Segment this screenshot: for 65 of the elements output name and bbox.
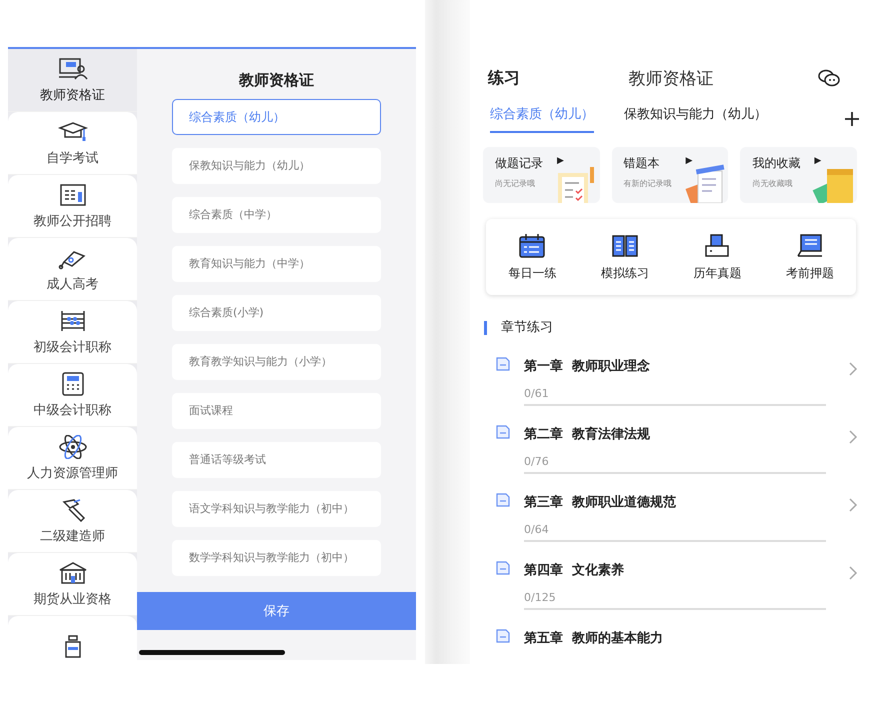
subject-option[interactable]: 数学学科知识与教学能力（初中） [172,540,381,576]
shortcut-label[interactable]: 历年真题 [693,264,742,282]
subject-tab[interactable]: 综合素质（幼儿） [490,105,594,133]
subject-option[interactable]: 普通话等级考试 [172,442,381,478]
shortcut-card[interactable]: 错题本 ▶ 有新的记录哦 [612,147,728,203]
atom-icon [58,434,88,458]
sidebar-item[interactable]: 二级建造师 [8,490,137,553]
chapter-title[interactable]: 第四章 文化素养 [524,563,624,578]
sidebar-item[interactable]: 教师公开招聘 [8,175,137,238]
chapter-title[interactable]: 第二章 教育法律法规 [524,427,650,442]
arrow-glyph: ▶ [814,156,822,166]
document-icon [496,493,510,507]
subject-option[interactable]: 综合素质（幼儿） [172,99,381,135]
laptop-icon[interactable] [796,232,824,258]
shortcut-label[interactable]: 每日一练 [508,264,556,282]
subject-option[interactable]: 综合素质（中学） [172,197,381,233]
document-icon [496,357,510,371]
document-icon [496,425,510,439]
document-list-icon [58,182,88,206]
subject-option[interactable]: 教育知识与能力（中学） [172,246,381,282]
printer-icon[interactable] [703,232,732,258]
arrow-glyph: ▶ [557,156,564,166]
page-title: 教师资格证 [628,68,714,90]
document-icon [496,629,510,643]
plus-icon[interactable] [844,111,860,127]
card-subtitle: 尚无收藏哦 [752,178,792,189]
building-icon [58,560,88,584]
section-title: 章节练习 [484,321,870,335]
sidebar-item[interactable]: 中级会计职称 [8,364,137,427]
subject-option[interactable]: 保教知识与能力（幼儿） [172,148,381,184]
page-label: 练习 [488,68,521,88]
shortcut-card[interactable]: 做题记录 ▶ 尚无记录哦 [483,147,600,203]
chapter-title[interactable]: 第一章 教师职业理念 [524,359,650,374]
teacher-board-icon [58,56,88,80]
shortcut-card[interactable]: 我的收藏 ▶ 尚无收藏哦 [740,147,858,203]
progress-count: 0/125 [524,591,557,604]
card-title: 我的收藏 [752,155,800,172]
sidebar-item[interactable]: 成人高考 [8,238,137,301]
sidebar-item[interactable]: 人力资源管理师 [8,427,137,490]
sidebar-item[interactable]: 期货从业资格 [8,553,137,616]
card-title: 做题记录 [495,155,543,172]
book-icon[interactable] [610,232,639,258]
shortcut-label[interactable]: 考前押题 [786,264,834,282]
card-title: 错题本 [624,155,660,172]
subject-option[interactable]: 面试课程 [172,393,381,429]
subject-option[interactable]: 教育教学知识与能力（小学） [172,344,381,380]
card-subtitle: 尚无记录哦 [495,178,535,189]
document-icon [496,561,510,575]
graduation-cap-icon [58,120,88,144]
panel-title: 教师资格证 [239,71,314,90]
progress-count: 0/64 [524,523,550,536]
subject-option[interactable]: 语文学科知识与教学能力（初中） [172,491,381,527]
sidebar-item[interactable]: 自学考试 [8,112,137,175]
progress-count: 0/61 [524,387,550,400]
sidebar-item[interactable]: 初级会计职称 [8,301,137,364]
chapter-title[interactable]: 第五章 教师的基本能力 [524,631,664,646]
shortcut-label[interactable]: 模拟练习 [600,264,649,282]
arrow-glyph: ▶ [686,156,693,166]
chat-bubbles-icon[interactable] [818,69,840,87]
card-subtitle: 有新的记录哦 [624,178,672,189]
calendar-icon[interactable] [518,232,546,258]
subject-option[interactable]: 综合素质(小学) [172,295,381,331]
progress-count: 0/76 [524,455,550,468]
subject-tab[interactable]: 保教知识与能力（幼儿） [624,105,767,133]
chapter-title[interactable]: 第三章 教师职业道德规范 [524,495,676,510]
